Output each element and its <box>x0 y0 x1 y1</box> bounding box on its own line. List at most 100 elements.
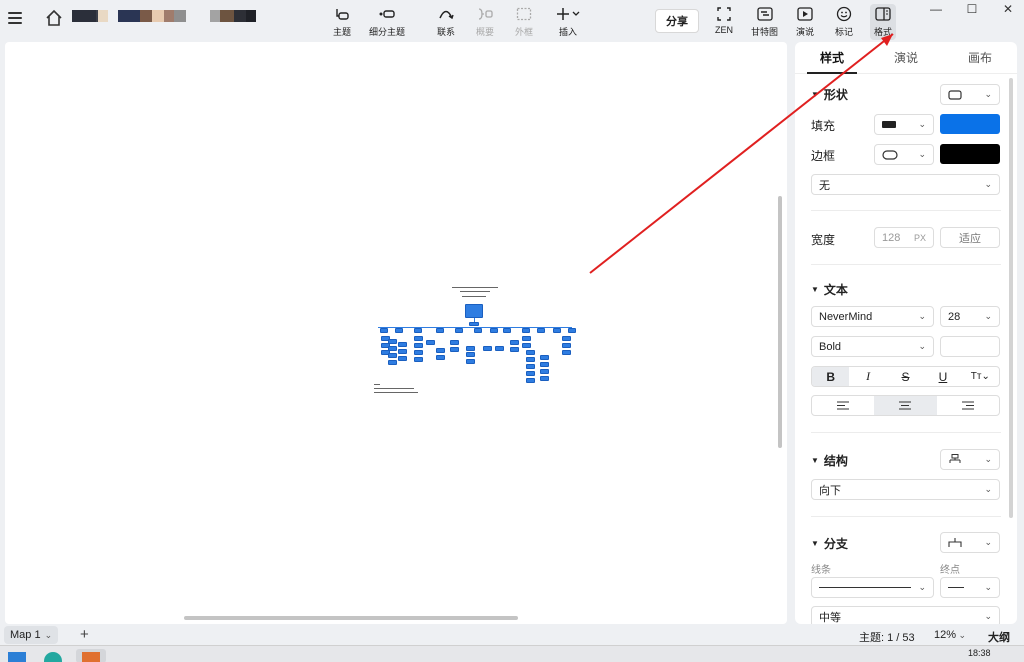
width-input[interactable]: 128 PX <box>874 227 934 248</box>
align-right-button[interactable] <box>937 396 999 415</box>
mindmap-topic-node[interactable] <box>474 328 482 333</box>
summary-button[interactable]: 概要 <box>476 6 494 38</box>
strikethrough-button[interactable]: S <box>887 367 924 386</box>
mindmap-topic-node[interactable] <box>450 340 459 345</box>
panel-scrollbar[interactable] <box>1009 78 1013 518</box>
mindmap-topic-node[interactable] <box>398 356 407 361</box>
mindmap-topic-node[interactable] <box>414 357 423 362</box>
mindmap-topic-node[interactable] <box>388 353 397 358</box>
pitch-button[interactable]: 演说 <box>796 6 814 38</box>
mindmap-topic-node[interactable] <box>380 328 388 333</box>
mindmap-topic-node[interactable] <box>562 336 571 341</box>
mindmap-topic-node[interactable] <box>466 359 475 364</box>
align-left-button[interactable] <box>812 396 874 415</box>
close-button[interactable]: ✕ <box>998 2 1018 16</box>
mindmap-topic-node[interactable] <box>503 328 511 333</box>
relationship-button[interactable]: 联系 <box>437 6 455 38</box>
mindmap-topic-node[interactable] <box>537 328 545 333</box>
mindmap-topic-node[interactable] <box>395 328 403 333</box>
mindmap-topic-node[interactable] <box>388 346 397 351</box>
mindmap-topic-node[interactable] <box>526 350 535 355</box>
share-button[interactable]: 分享 <box>655 9 699 33</box>
line-thickness-select[interactable]: 中等 ⌄ <box>811 606 1000 624</box>
branch-style-select[interactable]: ⌄ <box>940 532 1000 553</box>
mindmap-topic-node[interactable] <box>436 355 445 360</box>
sheet-tab-map1[interactable]: Map 1 ⌄ <box>4 626 59 644</box>
zen-button[interactable]: ZEN <box>715 6 733 35</box>
gantt-button[interactable]: 甘特图 <box>751 6 778 38</box>
structure-direction-select[interactable]: 向下 ⌄ <box>811 479 1000 500</box>
tab-style[interactable]: 样式 <box>795 42 869 74</box>
italic-button[interactable]: I <box>849 367 886 386</box>
browser-icon[interactable] <box>44 652 62 662</box>
mindmap-topic-node[interactable] <box>398 342 407 347</box>
text-color-select[interactable] <box>940 336 1000 357</box>
mindmap-topic-node[interactable] <box>526 378 535 383</box>
border-shape-select[interactable]: ⌄ <box>874 144 934 165</box>
mindmap-topic-node[interactable] <box>522 336 531 341</box>
mindmap-topic-node[interactable] <box>483 346 492 351</box>
mindmap-topic-node[interactable] <box>466 346 475 351</box>
line-style-select[interactable]: ⌄ <box>811 577 934 598</box>
mindmap-topic-node[interactable] <box>436 328 444 333</box>
mindmap-topic-node[interactable] <box>526 364 535 369</box>
insert-button[interactable]: 插入 <box>556 6 580 38</box>
mindmap-topic-node[interactable] <box>526 357 535 362</box>
mindmap-topic-node[interactable] <box>414 328 422 333</box>
mindmap-topic-node[interactable] <box>455 328 463 333</box>
text-case-button[interactable]: Tт⌄ <box>962 367 999 386</box>
mindmap-topic-node[interactable] <box>540 355 549 360</box>
menu-icon[interactable] <box>8 12 22 24</box>
minimize-button[interactable]: — <box>926 2 946 16</box>
mindmap-topic-node[interactable] <box>540 362 549 367</box>
canvas-horizontal-scrollbar[interactable] <box>184 616 518 620</box>
mindmap-topic-node[interactable] <box>510 347 519 352</box>
boundary-button[interactable]: 外框 <box>515 6 533 38</box>
align-center-button[interactable] <box>874 396 937 415</box>
mindmap-topic-node[interactable] <box>540 376 549 381</box>
mindmap-topic-node[interactable] <box>568 328 576 333</box>
add-sheet-button[interactable]: + <box>80 626 89 643</box>
maximize-button[interactable]: ☐ <box>962 2 982 16</box>
mindmap-topic-node[interactable] <box>522 343 531 348</box>
tab-canvas[interactable]: 画布 <box>943 42 1017 73</box>
outline-button[interactable]: 大纲 <box>988 629 1010 645</box>
mindmap-central-topic[interactable] <box>465 304 483 318</box>
recent-files-swatch-strip-2[interactable] <box>118 10 186 22</box>
mindmap-topic-node[interactable] <box>469 322 479 326</box>
line-end-select[interactable]: ⌄ <box>940 577 1000 598</box>
structure-select[interactable]: ⌄ <box>940 449 1000 470</box>
mindmap-canvas[interactable] <box>5 42 787 624</box>
fill-color-swatch[interactable] <box>940 114 1000 134</box>
tab-pitch[interactable]: 演说 <box>869 42 943 73</box>
font-family-select[interactable]: NeverMind ⌄ <box>811 306 934 327</box>
border-style-select[interactable]: 无 ⌄ <box>811 174 1000 195</box>
mindmap-topic-node[interactable] <box>414 343 423 348</box>
fill-style-select[interactable]: ⌄ <box>874 114 934 135</box>
format-button[interactable]: 格式 <box>870 4 897 40</box>
mindmap-topic-node[interactable] <box>495 346 504 351</box>
shape-select[interactable]: ⌄ <box>940 84 1000 105</box>
subtopic-button[interactable]: 细分主题 <box>369 6 405 38</box>
bold-button[interactable]: B <box>812 367 850 386</box>
active-app-tile[interactable] <box>76 649 106 662</box>
zoom-select[interactable]: 12% ⌄ <box>934 629 966 641</box>
windows-start-icon[interactable] <box>8 652 26 662</box>
mindmap-topic-node[interactable] <box>540 369 549 374</box>
underline-button[interactable]: U <box>924 367 961 386</box>
mindmap-topic-node[interactable] <box>426 340 435 345</box>
fit-width-button[interactable]: 适应 <box>940 227 1000 248</box>
mindmap-topic-node[interactable] <box>414 336 423 341</box>
mindmap-topic-node[interactable] <box>388 339 397 344</box>
recent-files-swatch-strip-3[interactable] <box>210 10 256 22</box>
mindmap-topic-node[interactable] <box>398 349 407 354</box>
recent-files-swatch-strip[interactable] <box>72 10 108 22</box>
mindmap-topic-node[interactable] <box>490 328 498 333</box>
mindmap-topic-node[interactable] <box>388 360 397 365</box>
mindmap-topic-node[interactable] <box>450 347 459 352</box>
font-size-select[interactable]: 28 ⌄ <box>940 306 1000 327</box>
canvas-vertical-scrollbar[interactable] <box>778 196 782 448</box>
mindmap-topic-node[interactable] <box>436 348 445 353</box>
mindmap-topic-node[interactable] <box>553 328 561 333</box>
mindmap-topic-node[interactable] <box>466 352 475 357</box>
